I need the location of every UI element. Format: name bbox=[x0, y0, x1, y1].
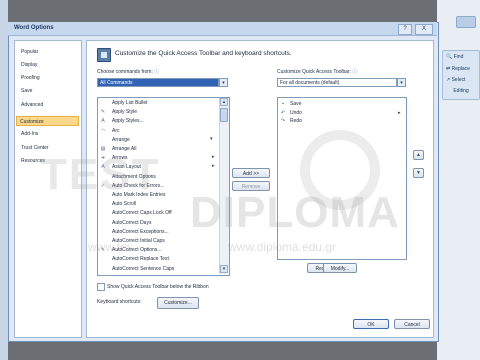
watermark-url-partial: www.tes bbox=[88, 240, 133, 254]
undo-icon: ↶ bbox=[280, 109, 286, 116]
nav-item-proofing[interactable]: Proofing bbox=[18, 73, 78, 83]
qat-customize-icon bbox=[97, 48, 111, 62]
customize-qat-text: Customize Quick Access Toolbar: bbox=[277, 69, 352, 75]
command-item[interactable]: Apply Style bbox=[112, 108, 137, 116]
select-label: Select bbox=[451, 77, 466, 83]
watermark-url: www.diploma.edu.gr bbox=[228, 240, 337, 254]
cancel-button[interactable]: Cancel bbox=[394, 319, 430, 329]
replace-button[interactable]: ⇄ Replace bbox=[446, 66, 470, 72]
command-item[interactable]: AutoCorrect Replace Text bbox=[112, 255, 169, 263]
info-icon: ⓘ bbox=[352, 69, 358, 75]
select-button[interactable]: ↗ Select bbox=[446, 77, 466, 83]
nav-item-add-ins[interactable]: Add-Ins bbox=[18, 129, 78, 139]
chevron-down-icon[interactable]: ▾ bbox=[219, 78, 228, 87]
show-qat-below-label: Show Quick Access Toolbar below the Ribb… bbox=[107, 284, 209, 290]
qat-item[interactable]: Redo bbox=[290, 117, 302, 125]
info-icon: ⓘ bbox=[154, 69, 160, 75]
nav-item-save[interactable]: Save bbox=[18, 86, 78, 96]
submenu-arrow-icon: ▸ bbox=[212, 154, 215, 161]
dialog-title: Word Options bbox=[14, 25, 54, 31]
watermark-brand: DIPLOMA bbox=[190, 188, 400, 237]
nav-item-display[interactable]: Display bbox=[18, 60, 78, 70]
command-item[interactable]: AutoCorrect Caps Lock Off bbox=[112, 209, 172, 217]
move-down-button[interactable]: ▼ bbox=[413, 168, 424, 178]
command-item[interactable]: Apply Styles... bbox=[112, 117, 144, 125]
nav-item-advanced[interactable]: Advanced bbox=[18, 100, 78, 110]
command-item[interactable]: Auto Scroll bbox=[112, 200, 136, 208]
nav-item-customize[interactable]: Customize bbox=[16, 116, 79, 126]
choose-commands-label: Choose commands from: ⓘ bbox=[97, 68, 159, 75]
command-icon: ✎ bbox=[100, 109, 106, 116]
submenu-arrow-icon: ▸ bbox=[212, 163, 215, 170]
dropdown-arrow-icon: ▾ bbox=[210, 135, 213, 142]
redo-icon: ↷ bbox=[280, 118, 286, 124]
word-window-left-edge bbox=[0, 0, 8, 360]
choose-commands-dropdown[interactable]: All Commands bbox=[97, 78, 219, 87]
command-item[interactable]: AutoCorrect Sentence Caps bbox=[112, 265, 174, 273]
choose-commands-text: Choose commands from: bbox=[97, 69, 153, 75]
command-item[interactable]: Arc bbox=[112, 127, 120, 135]
find-button[interactable]: 🔍 Find bbox=[446, 54, 463, 60]
command-item[interactable]: Arrange bbox=[112, 136, 130, 144]
keyboard-shortcuts-label: Keyboard shortcuts: bbox=[97, 299, 142, 305]
help-button[interactable]: ? bbox=[398, 24, 412, 35]
scroll-down-icon[interactable]: ▾ bbox=[220, 265, 228, 273]
customize-qat-label: Customize Quick Access Toolbar: ⓘ bbox=[277, 68, 358, 75]
dialog-titlebar bbox=[8, 22, 437, 36]
show-qat-below-checkbox[interactable] bbox=[97, 283, 105, 291]
nav-item-popular[interactable]: Popular bbox=[18, 47, 78, 57]
watermark-logo: TEST bbox=[40, 150, 161, 199]
customize-qat-dropdown[interactable]: For all documents (default) bbox=[277, 78, 397, 87]
ribbon-corner-control[interactable] bbox=[456, 16, 476, 28]
scroll-thumb[interactable] bbox=[220, 108, 228, 122]
command-icon: A bbox=[101, 118, 105, 125]
qat-item[interactable]: Undo bbox=[290, 109, 302, 117]
scroll-up-icon[interactable]: ▴ bbox=[220, 98, 228, 106]
close-button[interactable]: X bbox=[415, 24, 433, 35]
chevron-down-icon[interactable]: ▾ bbox=[397, 78, 406, 87]
chevron-right-icon: ▸ bbox=[398, 110, 401, 116]
command-item[interactable]: Apply List Bullet bbox=[112, 99, 148, 107]
panel-header: Customize the Quick Access Toolbar and k… bbox=[115, 50, 292, 57]
move-up-button[interactable]: ▲ bbox=[413, 150, 424, 160]
find-label: Find bbox=[453, 54, 464, 60]
add-button[interactable]: Add >> bbox=[232, 168, 270, 178]
customize-keyboard-button[interactable]: Customize... bbox=[157, 297, 199, 309]
qat-item[interactable]: Save bbox=[290, 100, 301, 108]
modify-button[interactable]: Modify... bbox=[323, 263, 357, 273]
command-item[interactable]: AutoCorrect Exceptions... bbox=[112, 228, 169, 236]
replace-label: Replace bbox=[451, 66, 470, 72]
command-icon: ◠ bbox=[100, 127, 106, 134]
save-icon: ▪ bbox=[282, 101, 284, 107]
ok-button[interactable]: OK bbox=[353, 319, 389, 329]
editing-group-label: Editing bbox=[453, 88, 469, 94]
command-item[interactable]: AutoCorrect Days bbox=[112, 219, 151, 227]
